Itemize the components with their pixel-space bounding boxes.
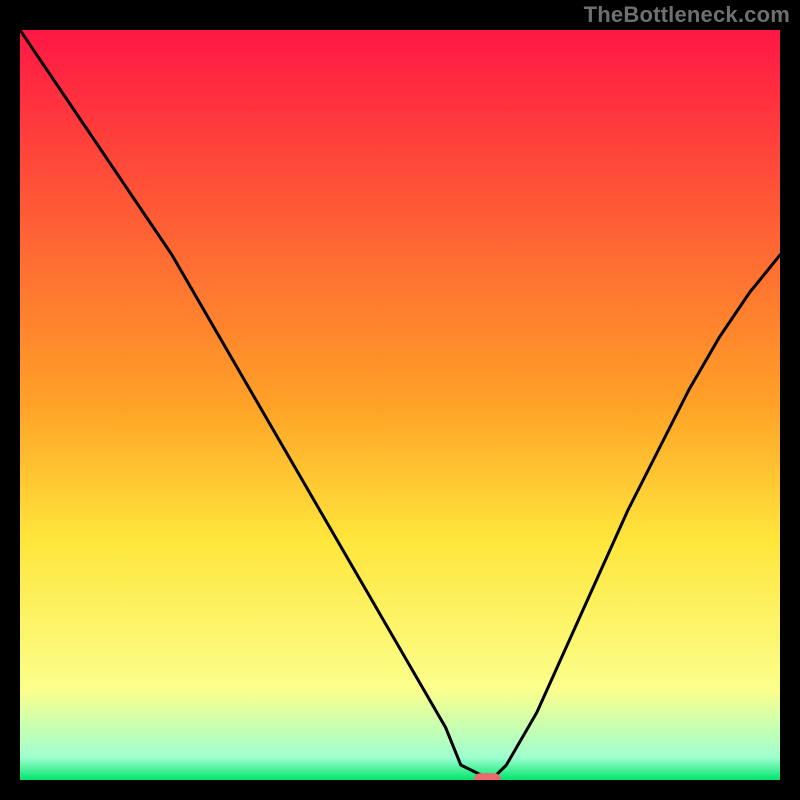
chart-frame: TheBottleneck.com [0, 0, 800, 800]
chart-svg [20, 30, 780, 780]
watermark-text: TheBottleneck.com [584, 2, 790, 28]
gradient-background [20, 30, 780, 780]
plot-area [20, 30, 780, 780]
optimal-marker [474, 773, 501, 780]
